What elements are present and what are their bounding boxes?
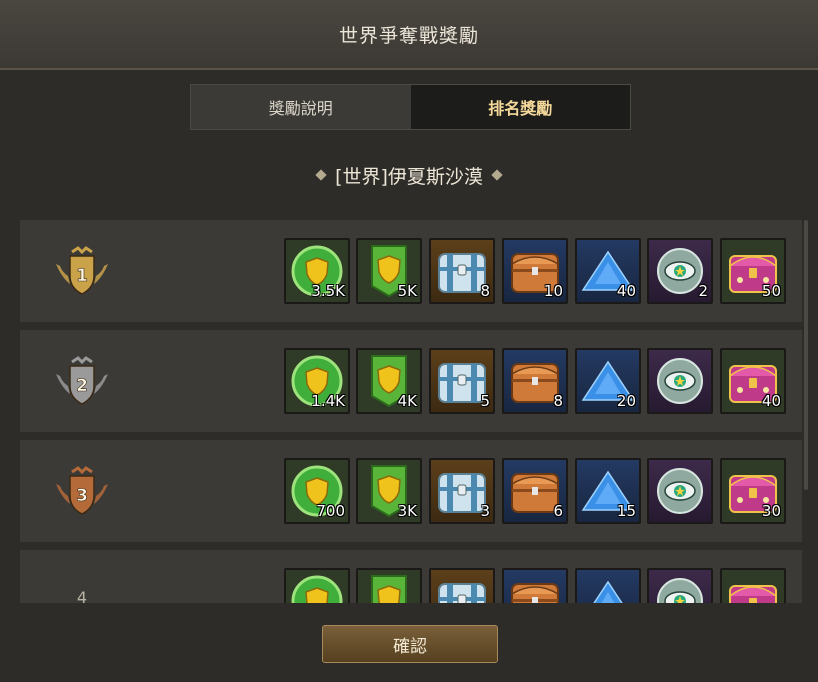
pink-jewel-chest-icon[interactable]: 40: [720, 348, 786, 414]
green-shield-banner-icon[interactable]: 4K: [356, 348, 422, 414]
blue-crystal-icon[interactable]: 40: [575, 238, 641, 304]
eye-orb-icon[interactable]: 2: [647, 238, 713, 304]
reward-amount: 1.4K: [311, 392, 345, 410]
scrollbar[interactable]: [804, 220, 808, 490]
green-coin-shield-icon[interactable]: [284, 568, 350, 603]
reward-amount: 8: [480, 282, 490, 300]
ranking-row: 4: [20, 550, 802, 603]
pink-jewel-chest-icon[interactable]: 50: [720, 238, 786, 304]
eye-orb-icon[interactable]: [647, 348, 713, 414]
reward-amount: 5: [480, 392, 490, 410]
green-coin-shield-icon[interactable]: 3.5K: [284, 238, 350, 304]
pink-jewel-chest-icon[interactable]: [720, 568, 786, 603]
reward-amount: 20: [616, 392, 636, 410]
blue-crystal-icon[interactable]: [575, 568, 641, 603]
reward-amount: 3: [480, 502, 490, 520]
green-coin-shield-icon[interactable]: 700: [284, 458, 350, 524]
blue-crystal-icon[interactable]: 20: [575, 348, 641, 414]
ranking-row: 1 3.5K 5K 8 10 40 2 50: [20, 220, 802, 322]
silver-chest-icon[interactable]: [429, 568, 495, 603]
copper-chest-icon[interactable]: [502, 568, 568, 603]
eye-orb-icon[interactable]: [647, 458, 713, 524]
silver-chest-icon[interactable]: 8: [429, 238, 495, 304]
reward-amount: 3.5K: [311, 282, 345, 300]
reward-amount: 40: [761, 392, 781, 410]
reward-amount: 5K: [397, 282, 417, 300]
diamond-icon: [491, 169, 503, 181]
rank-badge-icon: 1: [54, 244, 110, 298]
reward-amount: 3K: [397, 502, 417, 520]
reward-amount: 4K: [397, 392, 417, 410]
tab-reward-description[interactable]: 獎勵說明: [191, 85, 411, 129]
diamond-icon: [315, 169, 327, 181]
eye-orb-icon[interactable]: [647, 568, 713, 603]
green-shield-banner-icon[interactable]: [356, 568, 422, 603]
window-titlebar: 世界爭奪戰獎勵: [0, 0, 818, 70]
ranking-list[interactable]: 1 3.5K 5K 8 10 40 2 50 2 1.4K 4K 5 8 20 40 3 700 3K 3 6 15 30…: [20, 220, 802, 603]
rank-badge-icon: 3: [54, 464, 110, 518]
silver-chest-icon[interactable]: 5: [429, 348, 495, 414]
svg-text:3: 3: [76, 486, 88, 506]
confirm-button[interactable]: 確認: [322, 625, 498, 663]
silver-chest-icon[interactable]: 3: [429, 458, 495, 524]
copper-chest-icon[interactable]: 6: [502, 458, 568, 524]
copper-chest-icon[interactable]: 8: [502, 348, 568, 414]
green-coin-shield-icon[interactable]: 1.4K: [284, 348, 350, 414]
svg-text:2: 2: [76, 376, 88, 396]
blue-crystal-icon[interactable]: 15: [575, 458, 641, 524]
region-label: [世界]伊夏斯沙漠: [335, 165, 483, 188]
green-shield-banner-icon[interactable]: 3K: [356, 458, 422, 524]
ranking-row: 3 700 3K 3 6 15 30: [20, 440, 802, 542]
pink-jewel-chest-icon[interactable]: 30: [720, 458, 786, 524]
ranking-row: 2 1.4K 4K 5 8 20 40: [20, 330, 802, 432]
reward-amount: 15: [616, 502, 636, 520]
window-title: 世界爭奪戰獎勵: [338, 24, 479, 47]
rank-number: 4: [76, 588, 88, 603]
region-header: [世界]伊夏斯沙漠: [0, 160, 818, 190]
reward-amount: 50: [761, 282, 781, 300]
tab-bar: 獎勵說明 排名獎勵: [190, 84, 631, 130]
reward-amount: 2: [698, 282, 708, 300]
reward-amount: 700: [316, 502, 345, 520]
green-shield-banner-icon[interactable]: 5K: [356, 238, 422, 304]
reward-amount: 40: [616, 282, 636, 300]
reward-amount: 10: [543, 282, 563, 300]
reward-amount: 30: [761, 502, 781, 520]
svg-text:1: 1: [76, 266, 88, 286]
reward-amount: 8: [553, 392, 563, 410]
tab-ranking-rewards[interactable]: 排名獎勵: [410, 85, 630, 129]
copper-chest-icon[interactable]: 10: [502, 238, 568, 304]
rank-badge-icon: 2: [54, 354, 110, 408]
reward-amount: 6: [553, 502, 563, 520]
